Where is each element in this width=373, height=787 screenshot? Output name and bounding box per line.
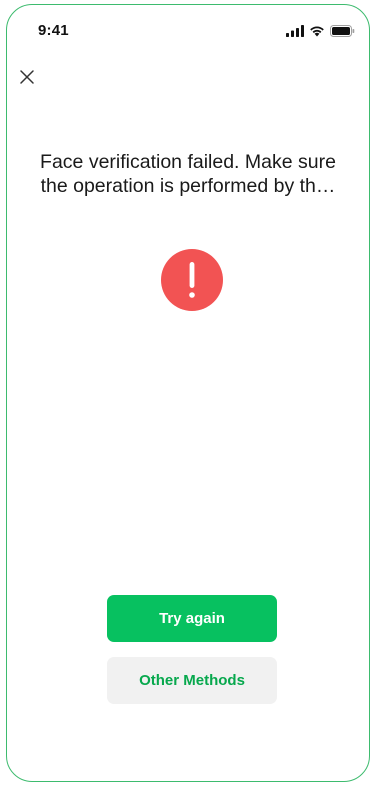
page-title: Face verification failed. Make sure the … — [21, 150, 355, 198]
status-bar: 9:41 — [7, 5, 369, 49]
close-icon — [20, 70, 34, 84]
phone-frame: 9:41 Face verification failed. Make sure… — [6, 4, 370, 782]
signal-icon — [286, 25, 304, 37]
exclamation-alert-icon — [161, 249, 223, 311]
status-time: 9:41 — [38, 22, 69, 39]
other-methods-button[interactable]: Other Methods — [107, 657, 277, 704]
battery-icon — [330, 25, 355, 37]
wifi-icon — [310, 26, 324, 37]
try-again-button[interactable]: Try again — [107, 595, 277, 642]
close-button[interactable] — [16, 66, 38, 88]
status-icons — [286, 25, 355, 37]
message-line-1: Face verification failed. Make sure — [40, 151, 336, 173]
message-line-2: the operation is performed by th… — [40, 175, 336, 197]
